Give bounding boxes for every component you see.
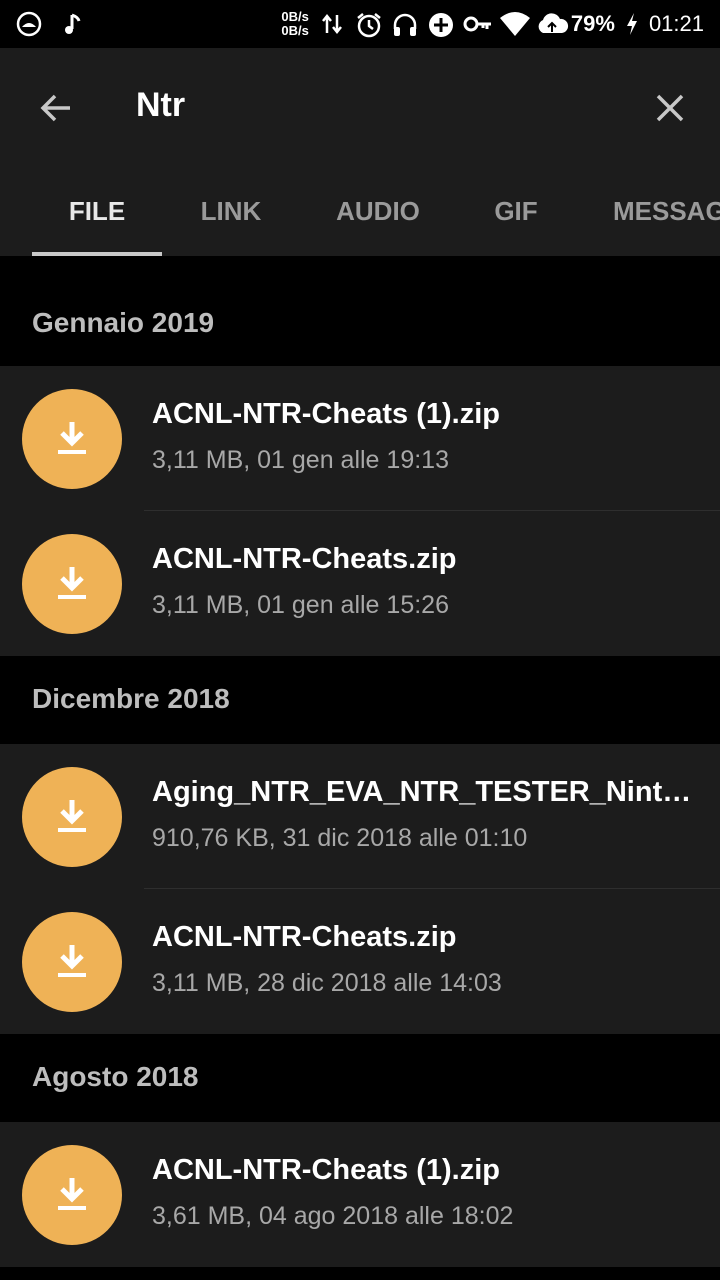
speed-up: 0B/s	[281, 9, 309, 24]
tab-link[interactable]: LINK	[178, 178, 284, 256]
download-button[interactable]	[22, 534, 122, 634]
download-icon	[58, 422, 86, 454]
charging-icon	[625, 11, 639, 37]
cloud-icon	[535, 11, 568, 37]
download-icon	[58, 1178, 86, 1210]
music-note-icon	[60, 11, 86, 37]
file-row[interactable]: Aging_NTR_EVA_NTR_TESTER_Nintendo.zip 91…	[0, 744, 720, 889]
file-row[interactable]: ACNL-NTR-Cheats.zip 3,11 MB, 01 gen alle…	[0, 511, 720, 656]
arrow-left-icon	[40, 94, 70, 122]
download-icon	[58, 800, 86, 832]
download-button[interactable]	[22, 912, 122, 1012]
file-name: ACNL-NTR-Cheats (1).zip	[152, 398, 500, 430]
file-row[interactable]: ACNL-NTR-Cheats (1).zip 3,11 MB, 01 gen …	[0, 366, 720, 511]
search-header: Ntr FILE LINK AUDIO GIF MESSAGGI VOCALI	[0, 48, 720, 256]
download-icon	[58, 945, 86, 977]
clock: 01:21	[648, 11, 704, 36]
back-button[interactable]	[32, 84, 80, 132]
file-meta: 3,11 MB, 01 gen alle 15:26	[152, 591, 449, 619]
download-icon	[58, 567, 86, 599]
tab-file[interactable]: FILE	[32, 178, 162, 256]
file-name: Aging_NTR_EVA_NTR_TESTER_Nintendo.zip	[152, 776, 692, 808]
section-header: Gennaio 2019	[0, 256, 720, 366]
file-meta: 3,61 MB, 04 ago 2018 alle 18:02	[152, 1202, 514, 1230]
file-meta: 3,11 MB, 28 dic 2018 alle 14:03	[152, 969, 502, 997]
file-row[interactable]: ACNL-NTR-Cheats (1).zip 3,61 MB, 04 ago …	[0, 1122, 720, 1267]
app-circle-icon	[16, 11, 42, 37]
download-button[interactable]	[22, 1145, 122, 1245]
data-arrows-icon	[319, 11, 345, 37]
section-header: Agosto 2018	[0, 1034, 720, 1122]
key-icon	[463, 11, 491, 37]
wifi-icon	[499, 11, 530, 37]
alarm-icon	[355, 11, 381, 38]
clear-search-button[interactable]	[646, 84, 694, 132]
download-button[interactable]	[22, 767, 122, 867]
search-input[interactable]: Ntr	[136, 86, 185, 125]
download-button[interactable]	[22, 389, 122, 489]
tab-voice-messages[interactable]: MESSAGGI VOCALI	[613, 178, 720, 256]
close-icon	[656, 94, 684, 122]
speed-down: 0B/s	[281, 23, 309, 38]
network-speed: 0B/s 0B/s	[281, 10, 308, 38]
file-name: ACNL-NTR-Cheats.zip	[152, 543, 457, 575]
battery-level: 79%	[570, 11, 615, 36]
tab-gif[interactable]: GIF	[478, 178, 554, 256]
status-bar: 0B/s 0B/s 79% 01:21	[0, 0, 720, 48]
file-meta: 910,76 KB, 31 dic 2018 alle 01:10	[152, 824, 528, 852]
file-row[interactable]: ACNL-NTR-Cheats.zip 3,11 MB, 28 dic 2018…	[0, 889, 720, 1034]
tab-audio[interactable]: AUDIO	[318, 178, 438, 256]
file-name: ACNL-NTR-Cheats.zip	[152, 921, 457, 953]
file-name: ACNL-NTR-Cheats (1).zip	[152, 1154, 500, 1186]
add-circle-icon	[427, 11, 453, 37]
headphones-icon	[391, 11, 417, 37]
section-header: Dicembre 2018	[0, 656, 720, 744]
media-tabs: FILE LINK AUDIO GIF MESSAGGI VOCALI	[0, 178, 720, 256]
file-meta: 3,11 MB, 01 gen alle 19:13	[152, 446, 449, 474]
